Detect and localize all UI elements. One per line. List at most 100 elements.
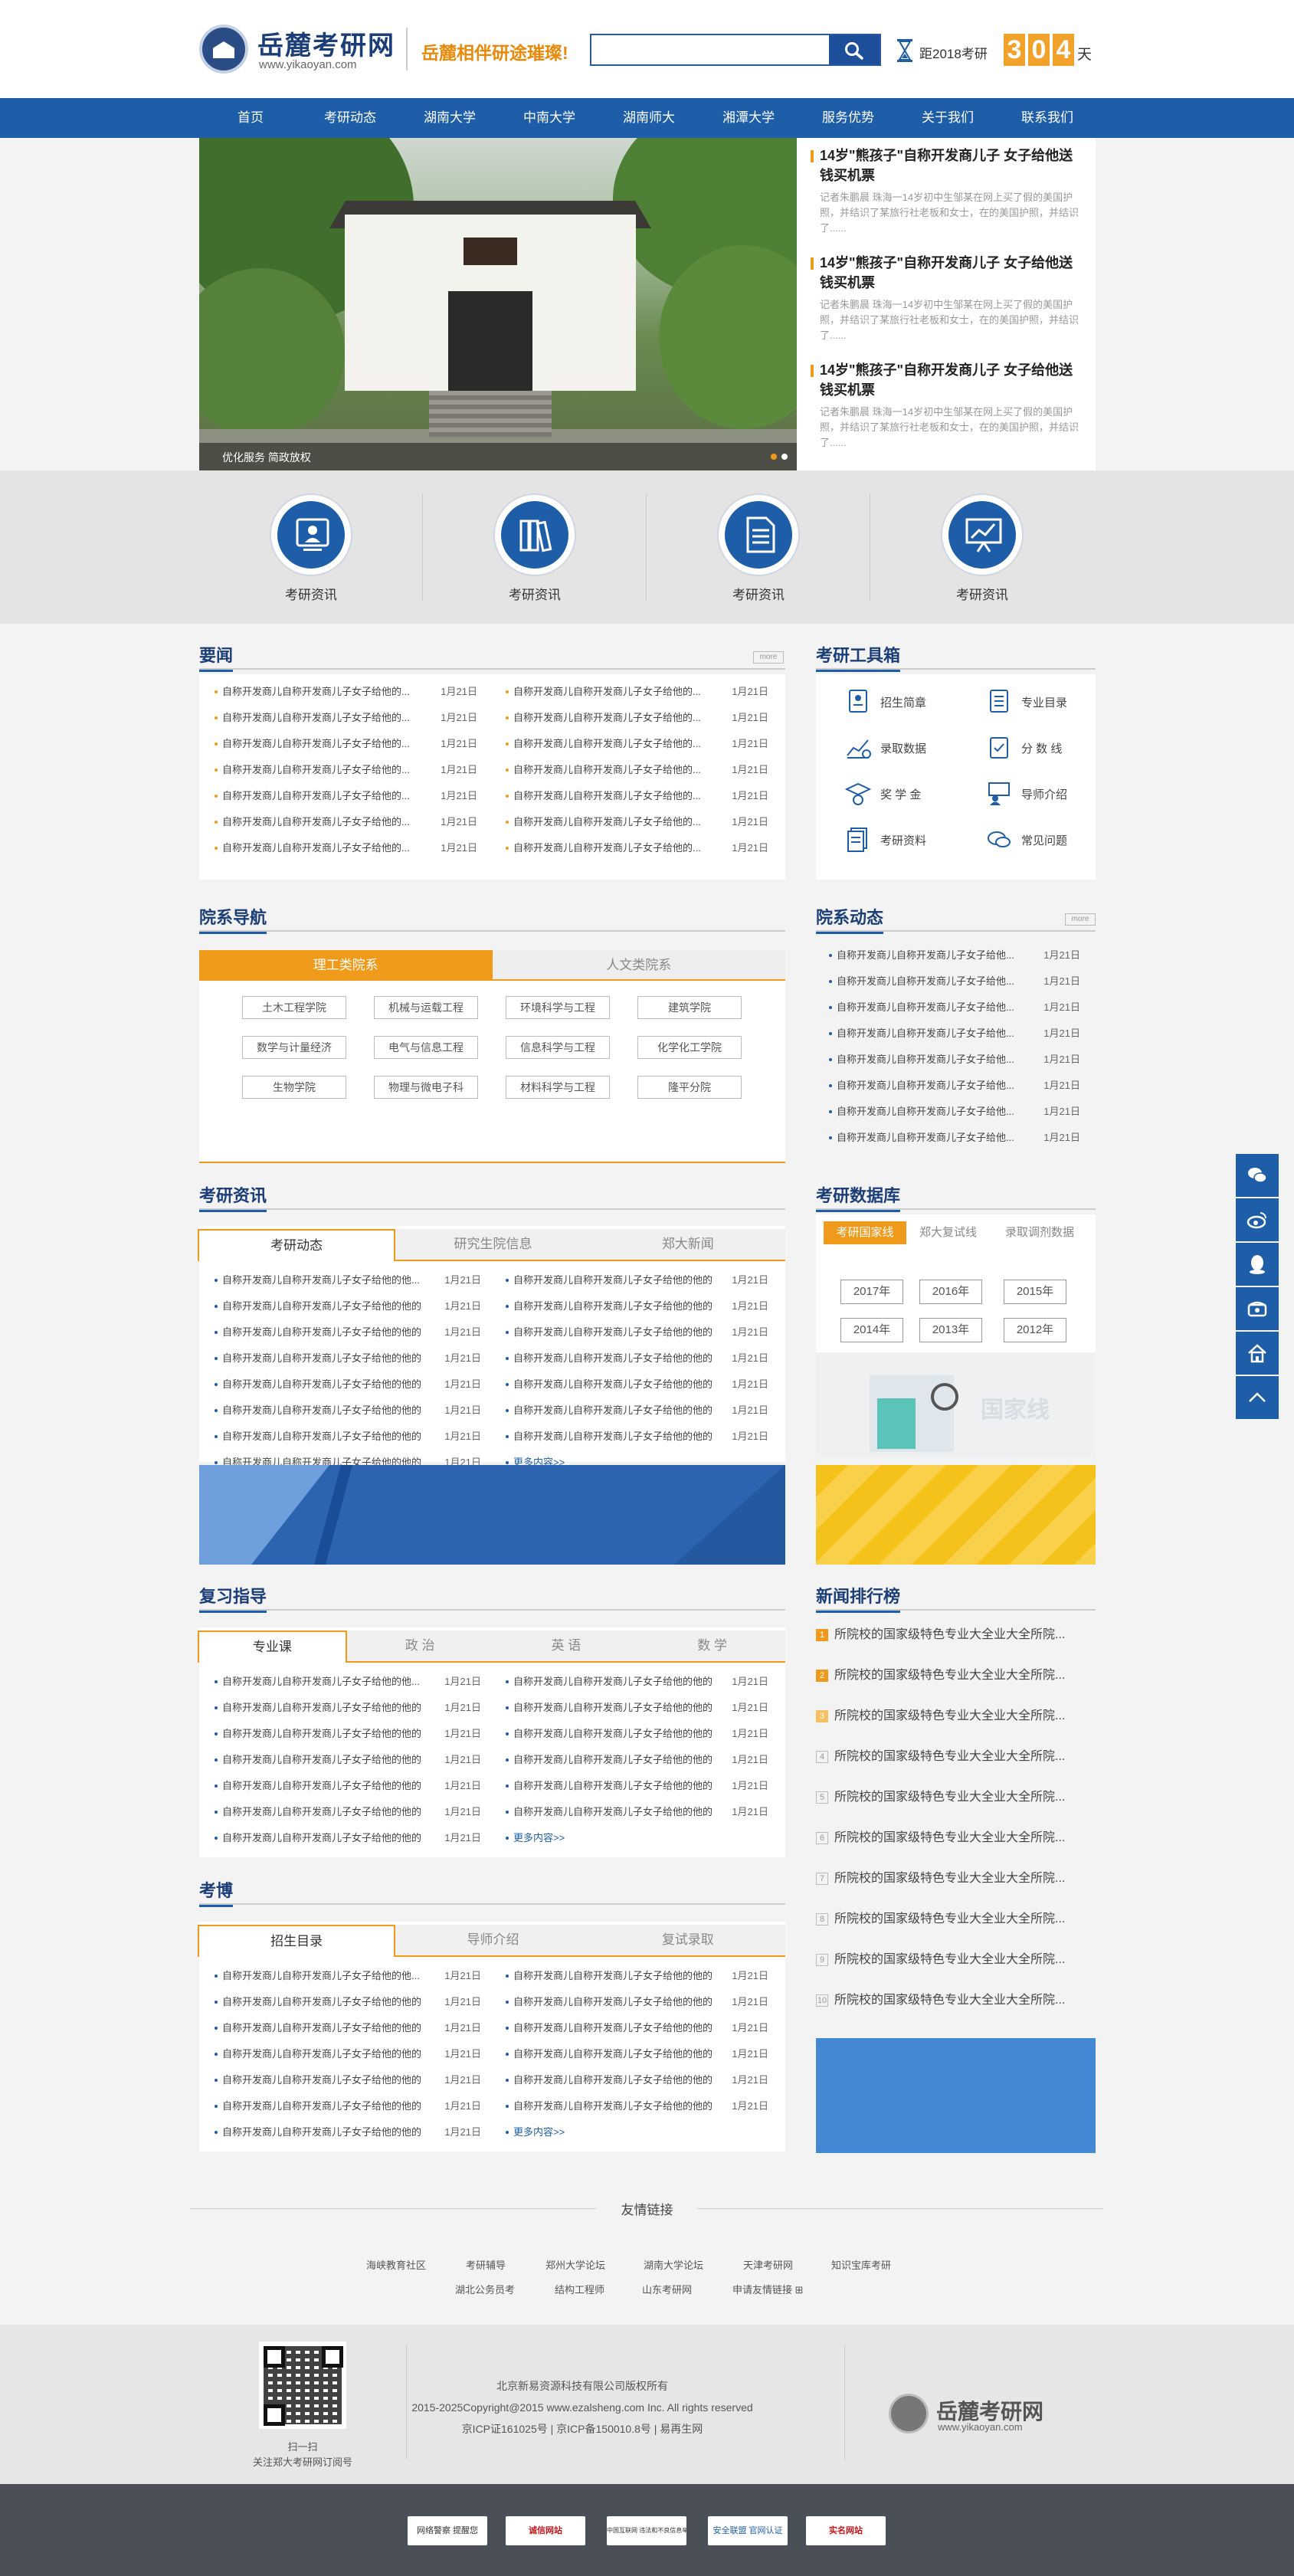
list-item[interactable]: 自称开发商儿自称开发商儿子女子给他的他的 1月21日 xyxy=(213,1398,481,1424)
list-item[interactable]: 自称开发商儿自称开发商儿子女子给他的他的 1月21日 xyxy=(504,1424,768,1450)
list-item[interactable]: 自称开发商儿自称开发商儿子女子给他的他的 1月21日 xyxy=(213,1773,481,1799)
carousel-dot[interactable] xyxy=(781,454,788,460)
badge-police[interactable]: 网络警察 提醒您 xyxy=(408,2516,487,2545)
rank-item[interactable]: 10 所院校的国家级特色专业大全业大全所院... xyxy=(816,1987,1092,2014)
list-item[interactable]: 自称开发商儿自称开发商儿子女子给他的他的 1月21日 xyxy=(213,1695,481,1721)
rank-title[interactable]: 所院校的国家级特色专业大全业大全所院... xyxy=(834,1994,1065,2007)
year-button[interactable]: 2013年 xyxy=(919,1318,982,1342)
dept-tag[interactable]: 隆平分院 xyxy=(637,1076,742,1099)
list-item[interactable]: 自称开发商儿自称开发商儿子女子给他的... 1月21日 xyxy=(504,809,768,835)
list-item[interactable]: 自称开发商儿自称开发商儿子女子给他... 1月21日 xyxy=(827,1047,1080,1073)
carousel-dot[interactable] xyxy=(771,454,777,460)
list-item[interactable]: 自称开发商儿自称开发商儿子女子给他的他的 1月21日 xyxy=(504,1319,768,1345)
list-item[interactable]: 自称开发商儿自称开发商儿子女子给他的他的 1月21日 xyxy=(504,1345,768,1372)
list-item[interactable]: 自称开发商儿自称开发商儿子女子给他... 1月21日 xyxy=(827,1099,1080,1125)
list-item-title[interactable]: 自称开发商儿自称开发商儿子女子给他的... xyxy=(513,686,701,697)
tab-retest-admit[interactable]: 复试录取 xyxy=(590,1925,785,1957)
list-item-title[interactable]: 自称开发商儿自称开发商儿子女子给他的他的 xyxy=(513,1352,713,1364)
list-item-title[interactable]: 自称开发商儿自称开发商儿子女子给他的他的 xyxy=(222,2074,421,2086)
list-item-title[interactable]: 自称开发商儿自称开发商儿子女子给他... xyxy=(837,1132,1014,1143)
year-button[interactable]: 2014年 xyxy=(840,1318,903,1342)
list-item-title[interactable]: 自称开发商儿自称开发商儿子女子给他的他的 xyxy=(513,1970,713,1981)
list-item[interactable]: 自称开发商儿自称开发商儿子女子给他... 1月21日 xyxy=(827,942,1080,968)
tab-math[interactable]: 数 学 xyxy=(639,1630,785,1663)
apply-friend-link[interactable]: 申请友情链接 ⊞ xyxy=(732,2282,804,2296)
badge-report-center[interactable]: 中国互联网 违法和不良信息举报中心 xyxy=(607,2516,686,2545)
rank-title[interactable]: 所院校的国家级特色专业大全业大全所院... xyxy=(834,1791,1065,1804)
nav-item-news[interactable]: 考研动态 xyxy=(300,98,400,138)
list-item-title[interactable]: 自称开发商儿自称开发商儿子女子给他的他的 xyxy=(513,2022,713,2034)
feature-item[interactable]: 考研资讯 xyxy=(423,470,647,624)
list-item-title[interactable]: 自称开发商儿自称开发商儿子女子给他的他的 xyxy=(513,1431,713,1442)
dept-tag[interactable]: 数学与计量经济 xyxy=(242,1036,346,1059)
ad-banner-blue[interactable] xyxy=(199,1465,785,1565)
list-item-title[interactable]: 自称开发商儿自称开发商儿子女子给他的他的 xyxy=(513,2074,713,2086)
tab-zzu-retest[interactable]: 郑大复试线 xyxy=(919,1221,977,1244)
list-item-title[interactable]: 自称开发商儿自称开发商儿子女子给他的他的 xyxy=(513,1754,713,1765)
rank-item[interactable]: 4 所院校的国家级特色专业大全业大全所院... xyxy=(816,1743,1092,1771)
list-item-title[interactable]: 自称开发商儿自称开发商儿子女子给他的他的 xyxy=(222,1326,421,1338)
tool-brochure[interactable]: 招生简章 xyxy=(845,685,960,719)
list-item[interactable]: 自称开发商儿自称开发商儿子女子给他的... 1月21日 xyxy=(504,705,768,731)
list-item[interactable]: 自称开发商儿自称开发商儿子女子给他的他的 1月21日 xyxy=(213,2015,481,2041)
dept-tag[interactable]: 环境科学与工程 xyxy=(506,996,610,1019)
list-item-title[interactable]: 自称开发商儿自称开发商儿子女子给他的... xyxy=(222,842,410,854)
list-item[interactable]: 自称开发商儿自称开发商儿子女子给他的他... 1月21日 xyxy=(213,1669,481,1695)
list-item-title[interactable]: 自称开发商儿自称开发商儿子女子给他的... xyxy=(513,842,701,854)
tool-majors[interactable]: 专业目录 xyxy=(986,685,1101,719)
tab-zixun-zzu[interactable]: 郑大新闻 xyxy=(590,1229,785,1261)
list-item[interactable]: 自称开发商儿自称开发商儿子女子给他的他的 1月21日 xyxy=(504,1747,768,1773)
rank-item[interactable]: 9 所院校的国家级特色专业大全业大全所院... xyxy=(816,1946,1092,1974)
float-phone[interactable] xyxy=(1236,1287,1279,1330)
list-item-title[interactable]: 自称开发商儿自称开发商儿子女子给他的他的 xyxy=(513,1274,713,1286)
list-item[interactable]: 自称开发商儿自称开发商儿子女子给他的他的 1月21日 xyxy=(213,1747,481,1773)
friend-link[interactable]: 山东考研网 xyxy=(642,2282,692,2296)
list-item-title[interactable]: 自称开发商儿自称开发商儿子女子给他的他的 xyxy=(222,1300,421,1312)
year-button[interactable]: 2012年 xyxy=(1004,1318,1066,1342)
rank-title[interactable]: 所院校的国家级特色专业大全业大全所院... xyxy=(834,1953,1065,1966)
list-item-title[interactable]: 自称开发商儿自称开发商儿子女子给他... xyxy=(837,949,1014,961)
list-item[interactable]: 自称开发商儿自称开发商儿子女子给他的他的 1月21日 xyxy=(504,1773,768,1799)
list-item[interactable]: 自称开发商儿自称开发商儿子女子给他的他的 1月21日 xyxy=(504,1989,768,2015)
dept-tag[interactable]: 化学化工学院 xyxy=(637,1036,742,1059)
nav-item-hunnu[interactable]: 湖南师大 xyxy=(599,98,699,138)
tool-materials[interactable]: 考研资料 xyxy=(845,823,960,857)
list-item[interactable]: 自称开发商儿自称开发商儿子女子给他... 1月21日 xyxy=(827,995,1080,1021)
list-item[interactable]: 自称开发商儿自称开发商儿子女子给他的他的 1月21日 xyxy=(213,1424,481,1450)
list-item[interactable]: 自称开发商儿自称开发商儿子女子给他的他的 1月21日 xyxy=(504,2015,768,2041)
feature-item[interactable]: 考研资讯 xyxy=(647,470,870,624)
list-item[interactable]: 自称开发商儿自称开发商儿子女子给他的... 1月21日 xyxy=(213,731,477,757)
list-item[interactable]: 自称开发商儿自称开发商儿子女子给他的他的 1月21日 xyxy=(504,2093,768,2119)
friend-link[interactable]: 湖北公务员考 xyxy=(455,2282,515,2296)
list-item[interactable]: 自称开发商儿自称开发商儿子女子给他的... 1月21日 xyxy=(213,757,477,783)
list-item-title[interactable]: 自称开发商儿自称开发商儿子女子给他的他的 xyxy=(513,1806,713,1817)
friend-link[interactable]: 知识宝库考研 xyxy=(831,2257,891,2272)
tab-science[interactable]: 理工类院系 xyxy=(199,950,493,981)
list-item-title[interactable]: 自称开发商儿自称开发商儿子女子给他的... xyxy=(513,738,701,749)
list-item-title[interactable]: 自称开发商儿自称开发商儿子女子给他的他... xyxy=(222,1274,420,1286)
tab-supervisor-intro[interactable]: 导师介绍 xyxy=(395,1925,591,1957)
more-content-link[interactable]: 更多内容>> xyxy=(504,2119,768,2145)
tab-national-line[interactable]: 考研国家线 xyxy=(824,1221,906,1244)
list-item[interactable]: 自称开发商儿自称开发商儿子女子给他的他的 1月21日 xyxy=(504,1695,768,1721)
list-item[interactable]: 自称开发商儿自称开发商儿子女子给他的他的 1月21日 xyxy=(504,1372,768,1398)
list-item-title[interactable]: 自称开发商儿自称开发商儿子女子给他的他的 xyxy=(513,1996,713,2007)
list-item-title[interactable]: 自称开发商儿自称开发商儿子女子给他的他的 xyxy=(222,1404,421,1416)
friend-link[interactable]: 考研辅导 xyxy=(466,2257,506,2272)
rank-title[interactable]: 所院校的国家级特色专业大全业大全所院... xyxy=(834,1669,1065,1682)
float-weibo[interactable] xyxy=(1236,1198,1279,1241)
list-item[interactable]: 自称开发商儿自称开发商儿子女子给他的他的 1月21日 xyxy=(213,2067,481,2093)
list-item[interactable]: 自称开发商儿自称开发商儿子女子给他的他... 1月21日 xyxy=(213,1963,481,1989)
list-item-title[interactable]: 自称开发商儿自称开发商儿子女子给他的他... xyxy=(222,1970,420,1981)
list-item[interactable]: 自称开发商儿自称开发商儿子女子给他的他的 1月21日 xyxy=(504,1669,768,1695)
list-item-title[interactable]: 自称开发商儿自称开发商儿子女子给他的他的 xyxy=(513,2100,713,2112)
dept-tag[interactable]: 建筑学院 xyxy=(637,996,742,1019)
list-item[interactable]: 自称开发商儿自称开发商儿子女子给他的他的 1月21日 xyxy=(213,1721,481,1747)
rank-title[interactable]: 所院校的国家级特色专业大全业大全所院... xyxy=(834,1831,1065,1844)
float-back-to-top[interactable] xyxy=(1236,1376,1279,1419)
year-button[interactable]: 2015年 xyxy=(1004,1280,1066,1304)
list-item-title[interactable]: 自称开发商儿自称开发商儿子女子给他的... xyxy=(222,816,410,828)
tab-major-course[interactable]: 专业课 xyxy=(198,1630,347,1663)
list-item-title[interactable]: 自称开发商儿自称开发商儿子女子给他的他的 xyxy=(513,1326,713,1338)
list-item[interactable]: 自称开发商儿自称开发商儿子女子给他的... 1月21日 xyxy=(213,679,477,705)
